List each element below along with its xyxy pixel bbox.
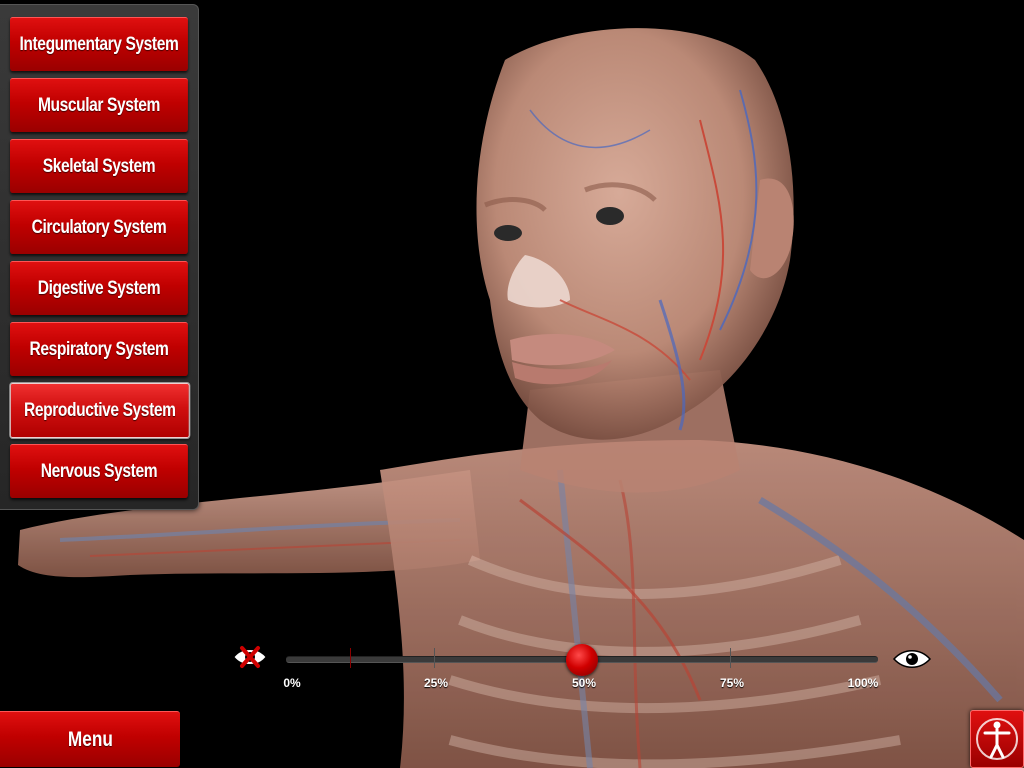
tick-mark — [434, 648, 435, 668]
muscular-system-button[interactable]: Muscular System — [10, 78, 188, 132]
transparency-slider: 0% 25% 50% 75% 100% — [230, 640, 940, 700]
hide-eye-icon[interactable] — [232, 644, 268, 670]
integumentary-system-button[interactable]: Integumentary System — [10, 17, 188, 71]
torso-model — [380, 440, 1024, 768]
button-label: Integumentary System — [19, 33, 179, 55]
systems-menu-panel: Integumentary System Muscular System Ske… — [0, 4, 199, 510]
button-label: Circulatory System — [31, 216, 167, 238]
button-label: Reproductive System — [24, 399, 176, 421]
nervous-system-button[interactable]: Nervous System — [10, 444, 188, 498]
menu-button[interactable]: Menu — [0, 711, 180, 767]
menu-button-label: Menu — [67, 727, 113, 751]
head-model — [476, 28, 794, 440]
tick-label-100: 100% — [847, 676, 879, 690]
reproductive-system-button[interactable]: Reproductive System — [10, 383, 190, 438]
button-label: Nervous System — [40, 460, 158, 482]
tick-label-25: 25% — [423, 676, 449, 690]
tick-mark — [730, 648, 731, 668]
skeletal-system-button[interactable]: Skeletal System — [10, 139, 188, 193]
body-view-button[interactable] — [970, 710, 1024, 768]
button-label: Respiratory System — [29, 338, 169, 360]
tick-label-50: 50% — [571, 676, 597, 690]
respiratory-system-button[interactable]: Respiratory System — [10, 322, 188, 376]
app-screen: Integumentary System Muscular System Ske… — [0, 0, 1024, 768]
human-figure-icon — [976, 718, 1018, 760]
tick-label-75: 75% — [719, 676, 745, 690]
circulatory-system-button[interactable]: Circulatory System — [10, 200, 188, 254]
slider-knob[interactable] — [566, 644, 598, 676]
button-label: Skeletal System — [42, 155, 156, 177]
digestive-system-button[interactable]: Digestive System — [10, 261, 188, 315]
eye-icon[interactable] — [892, 646, 932, 672]
button-label: Digestive System — [37, 277, 161, 299]
tick-label-0: 0% — [283, 676, 301, 690]
tick-mark — [350, 648, 351, 668]
button-label: Muscular System — [37, 94, 160, 116]
